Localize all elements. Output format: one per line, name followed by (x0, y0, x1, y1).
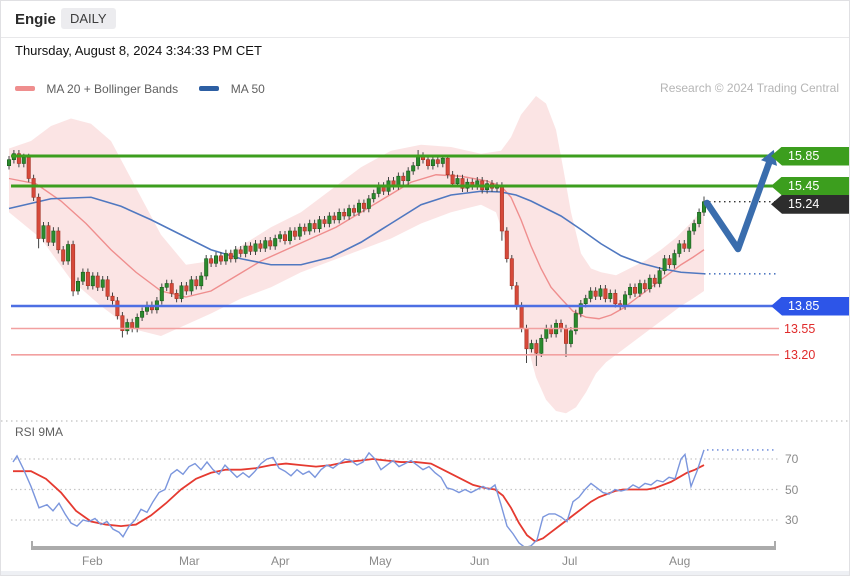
month-label: Jun (470, 554, 489, 568)
rsi-legend: RSI 9MA (15, 425, 63, 439)
month-label: Feb (82, 554, 103, 568)
price-level-badge: 13.85 (771, 297, 850, 316)
last-price-badge: 15.24 (771, 195, 850, 214)
trading-chart-widget: Engie DAILY Thursday, August 8, 2024 3:3… (0, 0, 850, 576)
month-label: Jul (562, 554, 577, 568)
rsi-9ma-line (13, 459, 704, 541)
price-level-badge: 15.85 (771, 147, 850, 166)
price-level-label: 13.20 (784, 348, 815, 362)
ma9-legend-label: 9MA (38, 425, 63, 439)
rsi-line (13, 450, 704, 548)
rsi-axis-label: 50 (785, 483, 798, 497)
bottom-strip (1, 571, 849, 576)
rsi-axis-label: 70 (785, 452, 798, 466)
chart-canvas[interactable] (1, 1, 850, 576)
month-label: Aug (669, 554, 690, 568)
rsi-legend-label: RSI (15, 425, 35, 439)
month-label: Mar (179, 554, 200, 568)
month-label: May (369, 554, 392, 568)
price-level-label: 13.55 (784, 322, 815, 336)
month-label: Apr (271, 554, 290, 568)
bollinger-band (9, 96, 704, 413)
time-scrollbar[interactable] (31, 541, 776, 548)
forecast-arrow (707, 163, 769, 249)
price-level-badge: 15.45 (771, 177, 850, 196)
rsi-axis-label: 30 (785, 513, 798, 527)
